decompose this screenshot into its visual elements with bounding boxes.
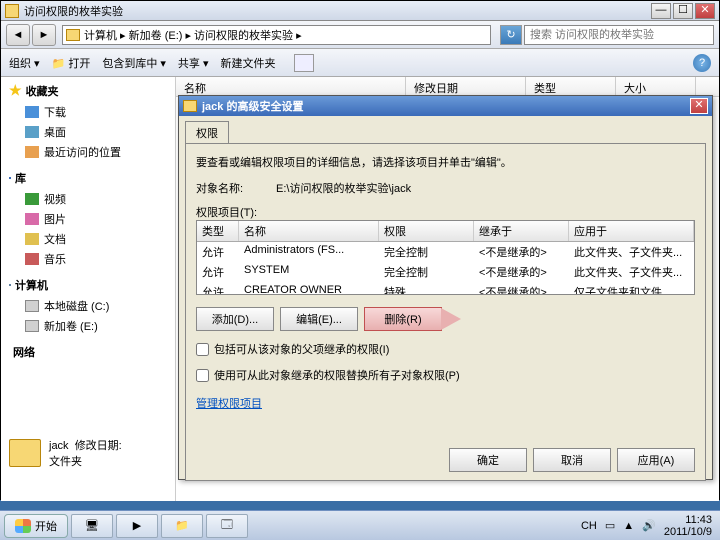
sidebar-item-recent[interactable]: 最近访问的位置: [9, 142, 167, 162]
address-bar[interactable]: 计算机 ▸ 新加卷 (E:) ▸ 访问权限的枚举实验 ▸: [62, 25, 491, 45]
col-size[interactable]: 大小: [616, 77, 696, 96]
sidebar-item-drive-e[interactable]: 新加卷 (E:): [9, 316, 167, 336]
clock[interactable]: 11:43 2011/10/9: [664, 514, 712, 538]
taskbar-app[interactable]: ▶: [116, 514, 158, 538]
nav-bar: ◄ ► 计算机 ▸ 新加卷 (E:) ▸ 访问权限的枚举实验 ▸ ↻: [1, 21, 719, 49]
advanced-security-dialog: jack 的高级安全设置 ✕ 权限 要查看或编辑权限项目的详细信息，请选择该项目…: [178, 95, 713, 480]
sidebar-item-pictures[interactable]: 图片: [9, 209, 167, 229]
col-inherited[interactable]: 继承于: [474, 221, 569, 241]
libraries-header[interactable]: 库: [9, 170, 167, 186]
network-header[interactable]: 网络: [9, 344, 167, 360]
col-type[interactable]: 类型: [197, 221, 239, 241]
dialog-close-button[interactable]: ✕: [690, 98, 708, 114]
col-type[interactable]: 类型: [526, 77, 616, 96]
explorer-window: 访问权限的枚举实验 — ☐ ✕ ◄ ► 计算机 ▸ 新加卷 (E:) ▸ 访问权…: [0, 0, 720, 500]
share-menu[interactable]: 共享 ▾: [178, 55, 209, 71]
permissions-table[interactable]: 类型 名称 权限 继承于 应用于 允许Administrators (FS...…: [196, 220, 695, 295]
add-button[interactable]: 添加(D)...: [196, 307, 274, 331]
sidebar-item-desktop[interactable]: 桌面: [9, 122, 167, 142]
sidebar-item-drive-c[interactable]: 本地磁盘 (C:): [9, 296, 167, 316]
tray-icon[interactable]: ▭: [605, 519, 615, 532]
col-name[interactable]: 名称: [176, 77, 406, 96]
search-input[interactable]: [524, 25, 714, 45]
computer-header[interactable]: 计算机: [9, 277, 167, 293]
apply-button[interactable]: 应用(A): [617, 448, 695, 472]
folder-icon: [9, 439, 41, 467]
folder-icon: [183, 100, 197, 112]
close-button[interactable]: ✕: [695, 3, 715, 19]
perm-row[interactable]: 允许CREATOR OWNER特殊<不是继承的>仅子文件夹和文件: [197, 282, 694, 295]
column-headers[interactable]: 名称 修改日期 类型 大小: [176, 77, 719, 97]
sidebar-item-videos[interactable]: 视频: [9, 189, 167, 209]
col-principal[interactable]: 名称: [239, 221, 379, 241]
help-button[interactable]: ?: [693, 54, 711, 72]
tray-icon[interactable]: 🔊: [642, 519, 656, 532]
dialog-description: 要查看或编辑权限项目的详细信息，请选择该项目并单击"编辑"。: [196, 154, 695, 170]
manage-permissions-link[interactable]: 管理权限项目: [196, 395, 262, 411]
perm-row[interactable]: 允许Administrators (FS...完全控制<不是继承的>此文件夹、子…: [197, 242, 694, 262]
window-title: 访问权限的枚举实验: [24, 3, 651, 19]
system-tray[interactable]: CH ▭ ▲ 🔊 11:43 2011/10/9: [581, 514, 716, 538]
open-button[interactable]: 📁 打开: [52, 55, 91, 71]
selected-name: jack: [49, 440, 69, 452]
titlebar[interactable]: 访问权限的枚举实验 — ☐ ✕: [1, 1, 719, 21]
refresh-button[interactable]: ↻: [500, 25, 522, 45]
organize-menu[interactable]: 组织 ▾: [9, 55, 40, 71]
start-button[interactable]: 开始: [4, 514, 68, 538]
selected-type: 文件夹: [49, 453, 122, 469]
tab-permissions[interactable]: 权限: [185, 121, 229, 144]
remove-button[interactable]: 删除(R): [364, 307, 442, 331]
include-inheritable-checkbox[interactable]: 包括可从该对象的父项继承的权限(I): [196, 341, 695, 357]
permissions-label: 权限项目(T):: [196, 204, 695, 220]
sidebar-item-documents[interactable]: 文档: [9, 229, 167, 249]
col-permission[interactable]: 权限: [379, 221, 474, 241]
main-panel: 名称 修改日期 类型 大小 jack 的高级安全设置 ✕ 权限 要查看或编辑权限…: [176, 77, 719, 501]
maximize-button[interactable]: ☐: [673, 3, 693, 19]
minimize-button[interactable]: —: [651, 3, 671, 19]
perm-row[interactable]: 允许SYSTEM完全控制<不是继承的>此文件夹、子文件夹...: [197, 262, 694, 282]
sidebar-item-downloads[interactable]: 下载: [9, 102, 167, 122]
taskbar: 开始 🖥 ▶ 📁 🗔 CH ▭ ▲ 🔊 11:43 2011/10/9: [0, 510, 720, 540]
include-library-menu[interactable]: 包含到库中 ▾: [102, 55, 166, 71]
ok-button[interactable]: 确定: [449, 448, 527, 472]
cancel-button[interactable]: 取消: [533, 448, 611, 472]
back-button[interactable]: ◄: [6, 24, 30, 46]
object-name-value: E:\访问权限的枚举实验\jack: [276, 180, 411, 196]
sidebar-item-music[interactable]: 音乐: [9, 249, 167, 269]
ime-indicator[interactable]: CH: [581, 520, 597, 532]
date-label: 修改日期:: [75, 440, 122, 452]
new-folder-button[interactable]: 新建文件夹: [221, 55, 276, 71]
folder-icon: [5, 4, 19, 18]
details-pane: jack 修改日期: 文件夹: [9, 437, 122, 469]
tray-icon[interactable]: ▲: [623, 520, 634, 532]
windows-logo-icon: [15, 519, 31, 533]
replace-child-checkbox[interactable]: 使用可从此对象继承的权限替换所有子对象权限(P): [196, 367, 695, 383]
forward-button[interactable]: ►: [32, 24, 56, 46]
col-date[interactable]: 修改日期: [406, 77, 526, 96]
object-name-label: 对象名称:: [196, 180, 276, 196]
taskbar-app[interactable]: 🗔: [206, 514, 248, 538]
folder-icon: [66, 29, 80, 41]
view-button[interactable]: [294, 54, 314, 72]
dialog-title: jack 的高级安全设置: [202, 98, 690, 114]
address-text: 计算机 ▸ 新加卷 (E:) ▸ 访问权限的枚举实验 ▸: [84, 27, 302, 43]
favorites-header[interactable]: ★收藏夹: [9, 82, 167, 99]
taskbar-app[interactable]: 🖥: [71, 514, 113, 538]
dialog-titlebar[interactable]: jack 的高级安全设置 ✕: [179, 96, 712, 116]
col-apply[interactable]: 应用于: [569, 221, 694, 241]
edit-button[interactable]: 编辑(E)...: [280, 307, 358, 331]
taskbar-explorer[interactable]: 📁: [161, 514, 203, 538]
toolbar: 组织 ▾ 📁 打开 包含到库中 ▾ 共享 ▾ 新建文件夹 ?: [1, 49, 719, 77]
